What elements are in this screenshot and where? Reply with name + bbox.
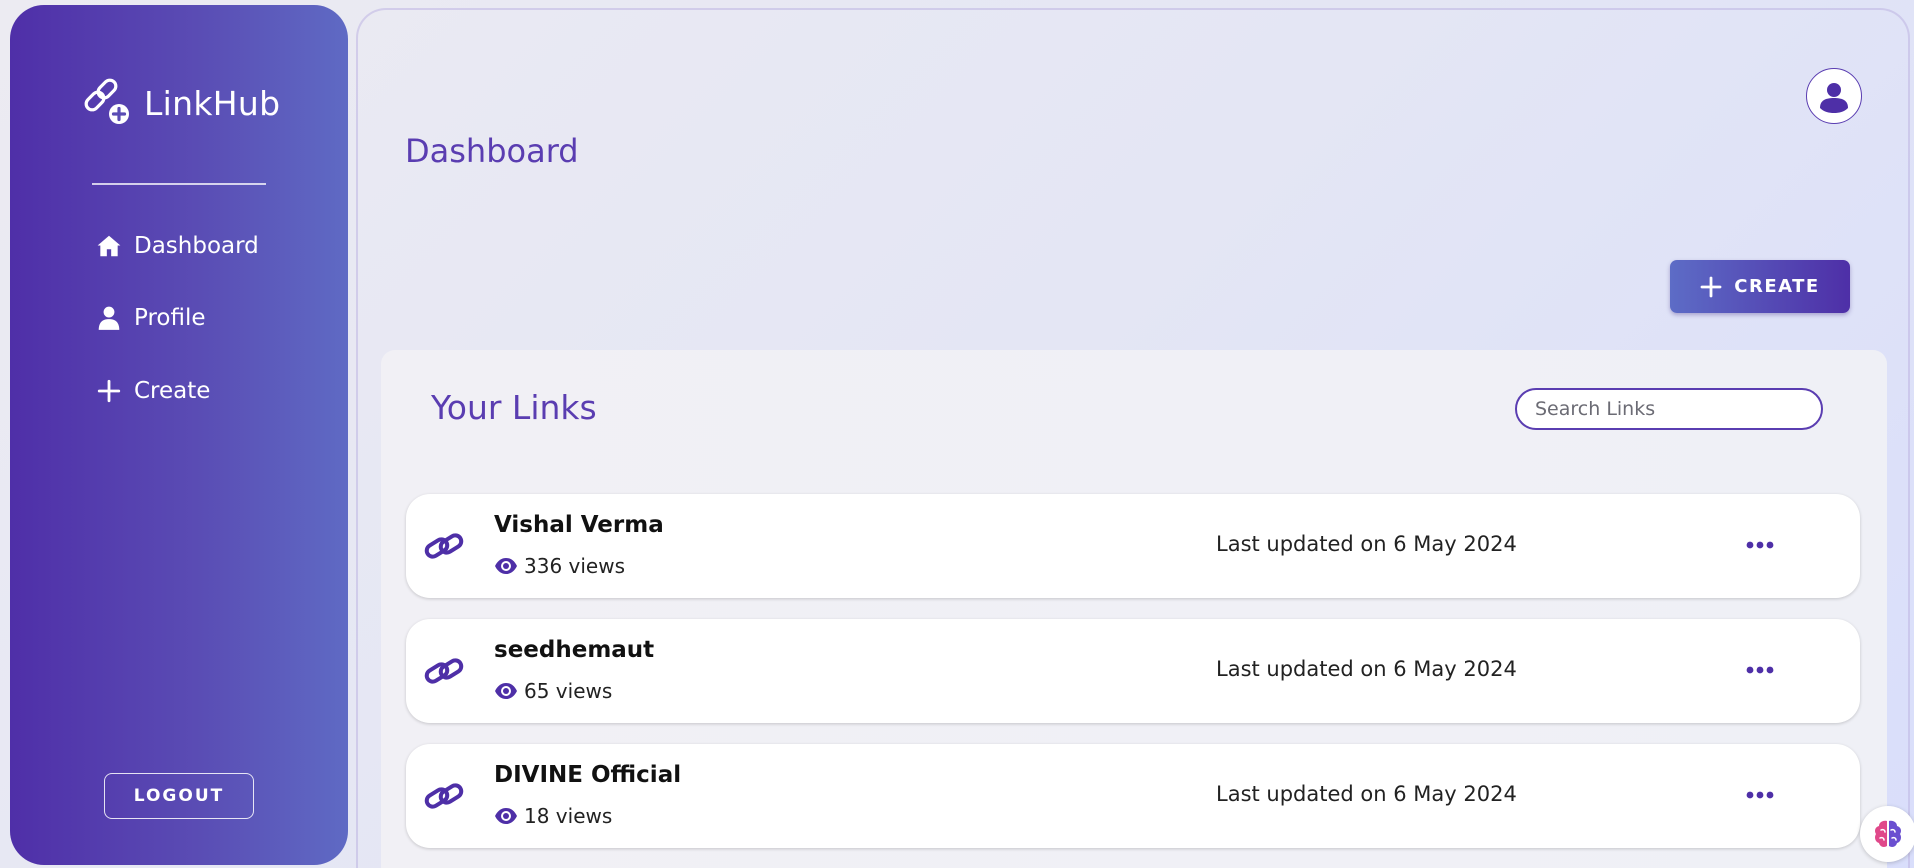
link-row[interactable]: seedhemaut 65 views Last updated on 6 Ma… — [406, 619, 1860, 723]
search-input[interactable] — [1515, 388, 1823, 430]
sidebar-item-label: Profile — [134, 305, 206, 331]
more-horizontal-icon — [1746, 541, 1774, 549]
link-plus-icon — [84, 78, 129, 124]
link-updated: Last updated on 6 May 2024 — [1216, 782, 1517, 806]
link-views: 65 views — [494, 679, 612, 703]
more-options-button[interactable] — [1742, 655, 1778, 685]
sidebar-item-profile[interactable]: Profile — [96, 305, 206, 331]
link-updated: Last updated on 6 May 2024 — [1216, 657, 1517, 681]
plus-icon — [1700, 276, 1722, 297]
create-button[interactable]: CREATE — [1670, 260, 1850, 313]
more-options-button[interactable] — [1742, 530, 1778, 560]
links-panel-title: Your Links — [431, 388, 597, 427]
link-name: seedhemaut — [494, 637, 655, 663]
sidebar-item-label: Create — [134, 378, 211, 404]
page-title: Dashboard — [405, 132, 579, 170]
app-root: LinkHub Dashboard Profile Create LOGOUT — [0, 0, 1914, 868]
create-button-label: CREATE — [1734, 276, 1820, 297]
link-name: DIVINE Official — [494, 762, 682, 788]
link-views-count: 336 views — [524, 554, 626, 578]
link-views-count: 65 views — [524, 679, 613, 703]
link-icon — [424, 783, 464, 809]
brand-divider — [92, 183, 266, 185]
eye-icon — [495, 683, 517, 699]
link-icon — [424, 533, 464, 559]
user-circle-icon — [1820, 83, 1848, 113]
link-name: Vishal Verma — [494, 512, 664, 538]
link-views: 18 views — [494, 804, 612, 828]
link-icon — [424, 658, 464, 684]
plus-icon — [97, 379, 121, 403]
user-icon — [98, 306, 120, 330]
link-views-count: 18 views — [524, 804, 613, 828]
link-row[interactable]: Vishal Verma 336 views Last updated on 6… — [406, 494, 1860, 598]
home-icon — [97, 235, 121, 257]
eye-icon — [495, 808, 517, 824]
sidebar: LinkHub Dashboard Profile Create LOGOUT — [10, 5, 348, 865]
sidebar-item-dashboard[interactable]: Dashboard — [96, 233, 259, 259]
logout-button[interactable]: LOGOUT — [104, 773, 254, 819]
link-row[interactable]: DIVINE Official 18 views Last updated on… — [406, 744, 1860, 848]
assistant-widget-button[interactable] — [1860, 806, 1914, 862]
link-views: 336 views — [494, 554, 625, 578]
brand-name: LinkHub — [144, 83, 281, 123]
brand[interactable]: LinkHub — [82, 77, 280, 129]
more-options-button[interactable] — [1742, 780, 1778, 810]
eye-icon — [495, 558, 517, 574]
link-updated: Last updated on 6 May 2024 — [1216, 532, 1517, 556]
sidebar-item-label: Dashboard — [134, 233, 259, 259]
sidebar-item-create[interactable]: Create — [96, 378, 210, 404]
profile-avatar-button[interactable] — [1806, 68, 1862, 124]
more-horizontal-icon — [1746, 791, 1774, 799]
more-horizontal-icon — [1746, 666, 1774, 674]
brain-icon — [1875, 820, 1901, 847]
